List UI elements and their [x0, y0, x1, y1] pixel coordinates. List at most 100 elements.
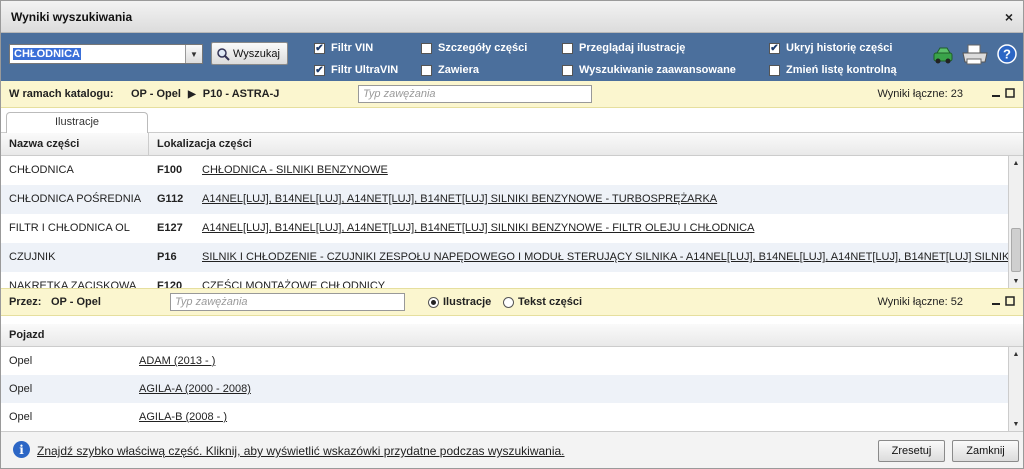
column-header-vehicle[interactable]: Pojazd [9, 329, 44, 341]
search-toolbar: CHŁODNICA ▼ Wyszukaj ✔ Filtr VIN ✔ Filtr U… [1, 33, 1023, 81]
radio-circle[interactable] [428, 296, 439, 308]
vehicle-scrollbar[interactable]: ▲ ▼ [1008, 347, 1023, 431]
checkbox-box[interactable] [769, 64, 780, 76]
vehicle-make: Opel [9, 383, 33, 395]
checkbox-box[interactable] [421, 42, 432, 54]
search-combo[interactable]: CHŁODNICA ▼ [9, 44, 203, 64]
by-filter-input[interactable]: Typ zawężania [170, 293, 405, 311]
checkbox-label: Zawiera [438, 64, 479, 76]
table-row[interactable]: Opel ADAM (2013 - ) [1, 347, 1023, 375]
checkbox-box[interactable]: ✔ [314, 64, 325, 76]
help-icon[interactable]: ? [997, 44, 1017, 64]
checkbox-label: Filtr UltraVIN [331, 64, 399, 76]
search-input[interactable]: CHŁODNICA [13, 48, 81, 60]
close-icon[interactable]: × [1005, 9, 1013, 25]
by-total: Wyniki łączne: 52 [877, 296, 964, 308]
part-location-link[interactable]: SILNIK I CHŁODZENIE - CZUJNIKI ZESPOŁU N… [202, 251, 1023, 263]
radio-part-text[interactable]: Tekst części [503, 296, 582, 308]
radio-circle[interactable] [503, 296, 514, 308]
column-header-part-location[interactable]: Lokalizacja części [157, 138, 252, 150]
checkbox-box[interactable] [562, 42, 573, 54]
minimize-icon[interactable] [991, 88, 1001, 98]
part-location-link[interactable]: A14NEL[LUJ], B14NEL[LUJ], A14NET[LUJ], B… [202, 193, 717, 205]
part-location-link[interactable]: A14NEL[LUJ], B14NEL[LUJ], A14NET[LUJ], B… [202, 222, 754, 234]
vehicle-table-body: Opel ADAM (2013 - ) Opel AGILA-A (2000 - 2… [1, 347, 1023, 431]
vehicle-model-link[interactable]: ADAM (2013 - ) [139, 355, 215, 367]
svg-text:?: ? [1003, 47, 1011, 62]
part-name: FILTR I CHŁODNICA OL [9, 222, 130, 234]
parts-table-body: CHŁODNICA F100 CHŁODNICA - SILNIKI BENZYNO… [1, 156, 1023, 288]
scroll-down-icon[interactable]: ▼ [1009, 417, 1023, 431]
catalog-path: OP - Opel ▶ P10 - ASTRA-J [131, 88, 279, 100]
checkbox-browse-illustration[interactable]: Przeglądaj ilustrację [562, 42, 685, 54]
checkbox-label: Przeglądaj ilustrację [579, 42, 686, 54]
catalog-label: W ramach katalogu: [9, 88, 114, 100]
window-title: Wyniki wyszukiwania [11, 9, 133, 24]
checkbox-vin-filter[interactable]: ✔ Filtr VIN [314, 42, 373, 54]
reset-button[interactable]: Zresetuj [878, 440, 945, 462]
part-location-link[interactable]: CHŁODNICA - SILNIKI BENZYNOWE [202, 164, 388, 176]
table-row[interactable]: NAKRĘTKA ZACISKOWA F120 CZĘŚCI MONTAŻOWE C… [1, 272, 1023, 288]
checkbox-ultravin-filter[interactable]: ✔ Filtr UltraVIN [314, 64, 398, 76]
table-row[interactable]: Opel AGILA-A (2000 - 2008) [1, 375, 1023, 403]
checkbox-contains[interactable]: Zawiera [421, 64, 479, 76]
vehicle-model-link[interactable]: AGILA-A (2000 - 2008) [139, 383, 251, 395]
scroll-up-icon[interactable]: ▲ [1009, 347, 1023, 361]
part-name: CZUJNIK [9, 251, 56, 263]
tab-strip: Ilustracje [1, 108, 1023, 133]
tab-illustrations[interactable]: Ilustracje [6, 112, 148, 133]
checkbox-label: Zmień listę kontrolną [786, 64, 897, 76]
part-name: CHŁODNICA POŚREDNIA [9, 193, 142, 205]
checkbox-box[interactable] [421, 64, 432, 76]
catalog-bar: W ramach katalogu: OP - Opel ▶ P10 - AST… [1, 81, 1023, 108]
column-header-part-name[interactable]: Nazwa części [9, 138, 79, 150]
checkbox-label: Ukryj historię części [786, 42, 893, 54]
catalog-path-a[interactable]: OP - Opel [131, 88, 181, 100]
scroll-up-icon[interactable]: ▲ [1009, 156, 1023, 170]
part-location-link[interactable]: CZĘŚCI MONTAŻOWE CHŁODNICY [202, 280, 385, 288]
search-results-window: Wyniki wyszukiwania × CHŁODNICA ▼ Wyszuk… [0, 0, 1024, 469]
checkbox-box[interactable]: ✔ [769, 42, 780, 54]
radio-label: Ilustracje [443, 296, 492, 308]
parts-scrollbar[interactable]: ▲ ▼ [1008, 156, 1023, 288]
part-code: F120 [157, 280, 183, 288]
close-button[interactable]: Zamknij [952, 440, 1019, 462]
maximize-icon[interactable] [1005, 296, 1015, 306]
catalog-path-b[interactable]: P10 - ASTRA-J [203, 88, 280, 100]
table-row[interactable]: FILTR I CHŁODNICA OL E127 A14NEL[LUJ], B14… [1, 214, 1023, 243]
checkbox-label: Szczegóły części [438, 42, 528, 54]
vehicle-make: Opel [9, 355, 33, 367]
scroll-down-icon[interactable]: ▼ [1009, 274, 1023, 288]
scroll-thumb[interactable] [1011, 228, 1021, 272]
checkbox-advanced-search[interactable]: Wyszukiwanie zaawansowane [562, 64, 736, 76]
minimize-icon[interactable] [991, 296, 1001, 306]
part-code: E127 [157, 222, 183, 234]
car-icon[interactable] [932, 44, 954, 66]
catalog-filter-input[interactable]: Typ zawężania [358, 85, 592, 103]
checkbox-box[interactable] [562, 64, 573, 76]
checkbox-part-details[interactable]: Szczegóły części [421, 42, 527, 54]
radio-illustrations[interactable]: Ilustracje [428, 296, 491, 308]
vehicle-model-link[interactable]: AGILA-B (2008 - ) [139, 411, 227, 423]
part-code: G112 [157, 193, 184, 205]
checkbox-change-checklist[interactable]: Zmień listę kontrolną [769, 64, 897, 76]
title-bar: Wyniki wyszukiwania × [1, 1, 1023, 33]
checkbox-box[interactable]: ✔ [314, 42, 325, 54]
printer-icon[interactable] [961, 44, 989, 66]
table-row[interactable]: CHŁODNICA F100 CHŁODNICA - SILNIKI BENZYNO… [1, 156, 1023, 185]
table-row[interactable]: CZUJNIK P16 SILNIK I CHŁODZENIE - CZUJNIKI… [1, 243, 1023, 272]
parts-table-header: Nazwa części Lokalizacja części [1, 133, 1023, 156]
by-label: Przez: [9, 296, 42, 308]
checkbox-hide-part-history[interactable]: ✔ Ukryj historię części [769, 42, 892, 54]
info-icon[interactable]: i [13, 441, 30, 458]
search-button-label: Wyszukaj [233, 47, 280, 60]
table-row[interactable]: Opel AGILA-B (2008 - ) [1, 403, 1023, 431]
catalog-total: Wyniki łączne: 23 [877, 88, 964, 100]
table-row[interactable]: CHŁODNICA POŚREDNIA G112 A14NEL[LUJ], B14N… [1, 185, 1023, 214]
maximize-icon[interactable] [1005, 88, 1015, 98]
column-divider [148, 133, 149, 155]
search-tips-link[interactable]: Znajdź szybko właściwą część. Kliknij, a… [37, 444, 565, 458]
chevron-down-icon[interactable]: ▼ [185, 45, 202, 63]
vehicle-table-header: Pojazd [1, 324, 1023, 347]
search-button[interactable]: Wyszukaj [211, 42, 288, 65]
